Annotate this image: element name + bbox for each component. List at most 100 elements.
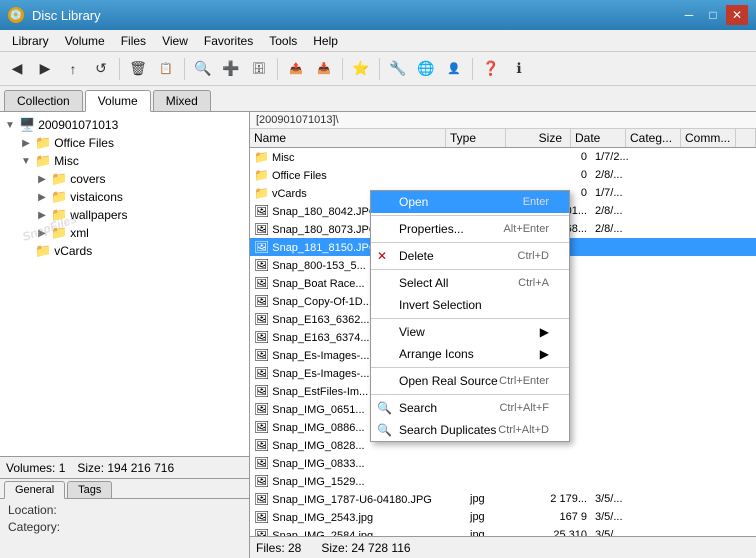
ctx-open-real-source[interactable]: Open Real Source Ctrl+Enter (371, 370, 569, 392)
toolbar-copy[interactable]: 📋 (153, 56, 179, 82)
tree-toggle-vistaicons[interactable]: ▶ (36, 192, 48, 203)
ctx-properties-shortcut: Alt+Enter (503, 223, 549, 235)
ctx-properties[interactable]: Properties... Alt+Enter (371, 218, 569, 240)
tree-toggle-misc[interactable]: ▼ (20, 156, 32, 167)
toolbar-sep1 (119, 58, 120, 80)
menu-help[interactable]: Help (305, 32, 346, 50)
toolbar-info[interactable]: ℹ (506, 56, 532, 82)
ctx-select-all[interactable]: Select All Ctrl+A (371, 272, 569, 294)
col-header-name[interactable]: Name (250, 129, 446, 147)
menu-library[interactable]: Library (4, 32, 57, 50)
size-total: Size: 194 216 716 (77, 461, 174, 475)
ctx-delete-icon: ✕ (377, 249, 387, 263)
toolbar-up[interactable]: ↑ (60, 56, 86, 82)
tree-node-vcards[interactable]: 📁 vCards (4, 242, 245, 260)
ctx-arrange-arrow: ▶ (540, 347, 549, 361)
table-row[interactable]: 📁Misc01/7/2... (250, 148, 756, 166)
ctx-select-all-label: Select All (399, 276, 448, 290)
table-row[interactable]: 🖼Snap_IMG_2543.jpgjpg167 93/5/... (250, 508, 756, 526)
toolbar-export[interactable]: 📤 (283, 56, 309, 82)
tree-icon-xml: 📁 (51, 225, 67, 241)
tree-icon-root: 🖥️ (19, 117, 35, 133)
ctx-view[interactable]: View ▶ (371, 321, 569, 343)
ctx-arrange-icons[interactable]: Arrange Icons ▶ (371, 343, 569, 365)
table-row[interactable]: 🖼Snap_IMG_1787-U6-04180.JPGjpg2 179...3/… (250, 490, 756, 508)
menu-files[interactable]: Files (113, 32, 154, 50)
menu-view[interactable]: View (154, 32, 196, 50)
toolbar-help[interactable]: ❓ (478, 56, 504, 82)
ctx-delete-shortcut: Ctrl+D (518, 250, 549, 262)
tree-label-vcards: vCards (54, 244, 92, 258)
ctx-invert-selection[interactable]: Invert Selection (371, 294, 569, 316)
menu-favorites[interactable]: Favorites (196, 32, 261, 50)
ctx-sep5 (371, 367, 569, 368)
info-tab-general[interactable]: General (4, 481, 65, 499)
tree-icon-covers: 📁 (51, 171, 67, 187)
table-row[interactable]: 🖼Snap_IMG_0833... (250, 454, 756, 472)
ctx-properties-label: Properties... (399, 222, 464, 236)
tree-toggle-wallpapers[interactable]: ▶ (36, 210, 48, 221)
table-row[interactable]: 🖼Snap_IMG_1529... (250, 472, 756, 490)
file-type-cell: jpg (466, 529, 526, 536)
col-header-extra (736, 129, 756, 147)
menu-volume[interactable]: Volume (57, 32, 113, 50)
file-size-cell: 167 9 (526, 511, 591, 523)
col-header-type[interactable]: Type (446, 129, 506, 147)
tree-label-misc: Misc (54, 154, 79, 168)
tree-node-vistaicons[interactable]: ▶ 📁 vistaicons (4, 188, 245, 206)
menu-tools[interactable]: Tools (261, 32, 305, 50)
toolbar-back[interactable]: ◀ (4, 56, 30, 82)
maximize-button[interactable]: □ (702, 5, 724, 25)
ctx-search-duplicates[interactable]: 🔍 Search Duplicates Ctrl+Alt+D (371, 419, 569, 441)
ctx-arrange-label: Arrange Icons (399, 347, 474, 361)
tree-node-xml[interactable]: ▶ 📁 xml (4, 224, 245, 242)
tree-node-office[interactable]: ▶ 📁 Office Files (4, 134, 245, 152)
toolbar-tools2[interactable]: 🔧 (385, 56, 411, 82)
toolbar-refresh[interactable]: ↺ (88, 56, 114, 82)
tree-view[interactable]: SnapFiles ▼ 🖥️ 200901071013 ▶ 📁 Office F… (0, 112, 249, 456)
file-type-cell: jpg (466, 493, 526, 505)
file-size-cell: 0 (526, 151, 591, 163)
toolbar-internet[interactable]: 🌐 (413, 56, 439, 82)
toolbar-cabinet[interactable]: 🗄 (246, 56, 272, 82)
toolbar-favorites[interactable]: ⭐ (348, 56, 374, 82)
col-header-date[interactable]: Date (571, 129, 626, 147)
tree-toggle-root[interactable]: ▼ (4, 120, 16, 131)
tree-node-root[interactable]: ▼ 🖥️ 200901071013 (4, 116, 245, 134)
tree-label-root: 200901071013 (38, 118, 118, 132)
ctx-delete[interactable]: ✕ Delete Ctrl+D (371, 245, 569, 267)
toolbar-import[interactable]: 📥 (311, 56, 337, 82)
tree-label-vistaicons: vistaicons (70, 190, 123, 204)
tree-node-covers[interactable]: ▶ 📁 covers (4, 170, 245, 188)
toolbar-add[interactable]: ➕ (218, 56, 244, 82)
volumes-count: Volumes: 1 (6, 461, 65, 475)
table-row[interactable]: 📁Office Files02/8/... (250, 166, 756, 184)
tree-toggle-office[interactable]: ▶ (20, 138, 32, 149)
col-header-size[interactable]: Size (506, 129, 571, 147)
toolbar-forward[interactable]: ▶ (32, 56, 58, 82)
info-tab-tags[interactable]: Tags (67, 481, 112, 498)
close-button[interactable]: ✕ (726, 5, 748, 25)
minimize-button[interactable]: ─ (678, 5, 700, 25)
ctx-open-real-label: Open Real Source (399, 374, 498, 388)
ctx-view-label: View (399, 325, 425, 339)
tab-mixed[interactable]: Mixed (153, 90, 211, 111)
col-header-comment[interactable]: Comm... (681, 129, 736, 147)
toolbar-delete[interactable]: 🗑 (125, 56, 151, 82)
tree-node-wallpapers[interactable]: ▶ 📁 wallpapers (4, 206, 245, 224)
col-header-category[interactable]: Categ... (626, 129, 681, 147)
tree-node-misc[interactable]: ▼ 📁 Misc (4, 152, 245, 170)
tab-volume[interactable]: Volume (85, 90, 151, 112)
ctx-sep1 (371, 215, 569, 216)
toolbar-search[interactable]: 🔍 (190, 56, 216, 82)
ctx-open[interactable]: Open Enter (371, 191, 569, 213)
file-date-cell: 3/5/... (591, 511, 646, 523)
table-row[interactable]: 🖼Snap_IMG_2584.jpgjpg25 3103/5/... (250, 526, 756, 536)
tree-toggle-xml[interactable]: ▶ (36, 228, 48, 239)
location-label: Location: (8, 503, 78, 517)
tab-collection[interactable]: Collection (4, 90, 83, 111)
window-controls: ─ □ ✕ (678, 5, 748, 25)
toolbar-user[interactable]: 👤 (441, 56, 467, 82)
ctx-search[interactable]: 🔍 Search Ctrl+Alt+F (371, 397, 569, 419)
tree-toggle-covers[interactable]: ▶ (36, 174, 48, 185)
